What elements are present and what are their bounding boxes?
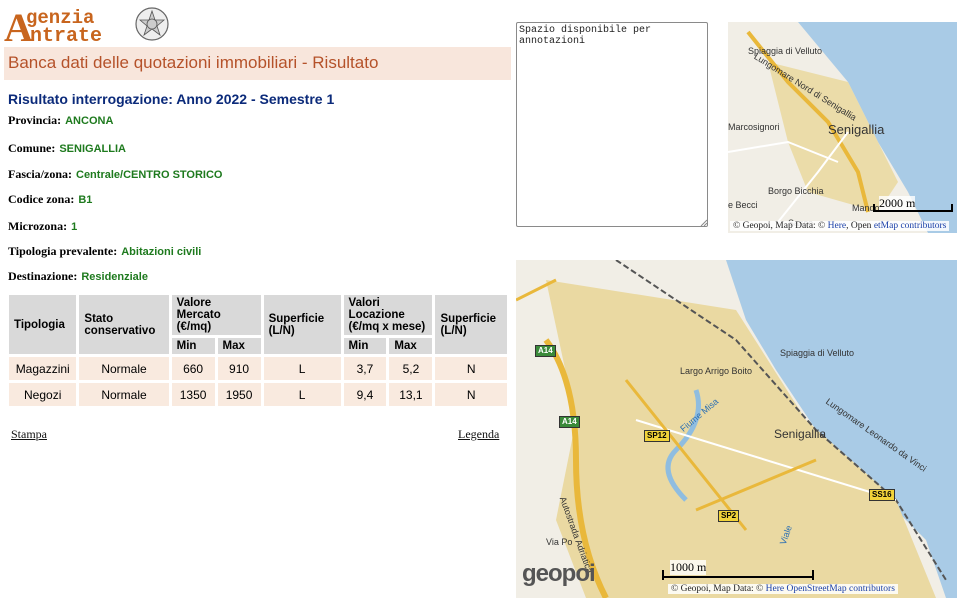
info-value: ANCONA: [65, 115, 114, 127]
map-label: Borgo Bicchia: [768, 186, 824, 196]
map-scale-bar: 2000 m: [873, 196, 953, 212]
quotation-table: Tipologia Stato conservativo Valore Merc…: [6, 292, 510, 409]
info-label: Tipologia prevalente:: [8, 244, 118, 258]
info-label: Microzona:: [8, 219, 68, 233]
credit-text: , Open: [846, 221, 872, 231]
scale-tick: [873, 204, 875, 212]
page-title: Banca dati delle quotazioni immobiliari …: [8, 53, 379, 72]
table-row: Magazzini Normale 660 910 L 3,7 5,2 N: [9, 357, 507, 380]
col-vl-max: Max: [389, 338, 433, 354]
map-label: Largo Arrigo Boito: [680, 366, 753, 376]
cell-vm-max: 1950: [217, 383, 261, 406]
info-microzona: Microzona: 1: [8, 219, 77, 234]
info-fascia-zona: Fascia/zona: Centrale/CENTRO STORICO: [8, 167, 223, 182]
cell-superficie-2: N: [435, 383, 507, 406]
result-heading: Risultato interrogazione: Anno 2022 - Se…: [8, 91, 335, 107]
republic-emblem-icon: [135, 7, 169, 41]
col-vm-min: Min: [171, 338, 215, 354]
cell-stato: Normale: [79, 357, 169, 380]
cell-superficie-1: L: [263, 383, 341, 406]
credit-here-link[interactable]: Here: [828, 221, 846, 231]
legend-link[interactable]: Legenda: [458, 427, 499, 442]
map-label: e Becci: [728, 200, 758, 210]
logo-line2: ntrate: [30, 25, 103, 48]
info-value: 1: [71, 221, 78, 233]
road-badge: A14: [559, 416, 580, 428]
info-comune: Comune: SENIGALLIA: [8, 141, 126, 156]
info-value: SENIGALLIA: [59, 143, 126, 155]
info-label: Codice zona:: [8, 192, 75, 206]
info-codice-zona: Codice zona: B1: [8, 192, 92, 207]
road-badge: A14: [535, 345, 556, 357]
geopoi-logo: geopoi: [522, 560, 596, 587]
col-valore-mercato: Valore Mercato (€/mq): [171, 295, 261, 335]
info-label: Fascia/zona:: [8, 167, 72, 181]
table-row: Negozi Normale 1350 1950 L 9,4 13,1 N: [9, 383, 507, 406]
scale-label: 2000 m: [879, 196, 916, 211]
detail-map[interactable]: A14 A14 SP12 SP2 SS16 Spiaggia di Vellut…: [516, 260, 957, 598]
cell-vl-max: 13,1: [389, 383, 433, 406]
map-label: Senigallia: [828, 122, 885, 137]
cell-vl-min: 9,4: [343, 383, 387, 406]
info-label: Destinazione:: [8, 269, 78, 283]
cell-vm-min: 660: [171, 357, 215, 380]
cell-superficie-2: N: [435, 357, 507, 380]
info-value: B1: [78, 194, 93, 206]
col-vm-max: Max: [217, 338, 261, 354]
resize-grip-icon[interactable]: [700, 219, 708, 227]
cell-vl-max: 5,2: [389, 357, 433, 380]
road-badge: SS16: [869, 489, 895, 501]
cell-tipologia: Magazzini: [9, 357, 77, 380]
scale-tick: [662, 570, 664, 580]
cell-vm-min: 1350: [171, 383, 215, 406]
road-badge: SP2: [718, 510, 740, 522]
info-label: Comune:: [8, 141, 56, 155]
cell-stato: Normale: [79, 383, 169, 406]
map-attribution: © Geopoi, Map Data: © Here, Open etMap c…: [730, 221, 950, 231]
credit-text: © Geopoi, Map Data: ©: [733, 221, 828, 231]
col-stato: Stato conservativo: [79, 295, 169, 354]
scale-tick: [812, 570, 814, 580]
agenzia-entrate-logo: A genzia ntrate: [4, 4, 174, 48]
map-label: Spiaggia di Velluto: [780, 348, 855, 358]
map-label: Marcosignori: [728, 122, 780, 132]
info-value: Residenziale: [81, 271, 148, 283]
info-tipologia-prevalente: Tipologia prevalente: Abitazioni civili: [8, 244, 201, 259]
info-value: Centrale/CENTRO STORICO: [76, 169, 223, 181]
map-label: Via Po: [546, 537, 573, 547]
print-link[interactable]: Stampa: [11, 427, 47, 442]
col-valori-locazione: Valori Locazione (€/mq x mese): [343, 295, 433, 335]
col-superficie-2: Superficie (L/N): [435, 295, 507, 354]
info-provincia: Provincia: ANCONA: [8, 113, 113, 128]
credit-osm-link[interactable]: OpenStreetMap contributors: [786, 584, 894, 594]
overview-map[interactable]: Spiaggia di Velluto Lungomare Nord di Se…: [728, 22, 957, 233]
cell-superficie-1: L: [263, 357, 341, 380]
info-value: Abitazioni civili: [121, 246, 202, 258]
map-attribution: © Geopoi, Map Data: © Here OpenStreetMap…: [668, 584, 898, 594]
map-label: Senigallia: [774, 427, 827, 441]
credit-text: © Geopoi, Map Data: ©: [671, 584, 766, 594]
col-tipologia: Tipologia: [9, 295, 77, 354]
cell-vm-max: 910: [217, 357, 261, 380]
scale-line: [873, 210, 953, 212]
credit-osm-link[interactable]: etMap contributors: [874, 221, 947, 231]
col-superficie-1: Superficie (L/N): [263, 295, 341, 354]
scale-tick: [951, 204, 953, 212]
credit-here-link[interactable]: Here: [766, 584, 784, 594]
road-badge: SP12: [644, 430, 670, 442]
col-vl-min: Min: [343, 338, 387, 354]
page-title-bar: Banca dati delle quotazioni immobiliari …: [4, 47, 511, 80]
cell-tipologia: Negozi: [9, 383, 77, 406]
notes-textarea[interactable]: [516, 22, 708, 227]
info-label: Provincia:: [8, 113, 62, 127]
cell-vl-min: 3,7: [343, 357, 387, 380]
scale-line: [662, 576, 814, 578]
map-scale-bar: 1000 m: [662, 560, 814, 582]
info-destinazione: Destinazione: Residenziale: [8, 269, 148, 284]
scale-label: 1000 m: [670, 560, 707, 575]
